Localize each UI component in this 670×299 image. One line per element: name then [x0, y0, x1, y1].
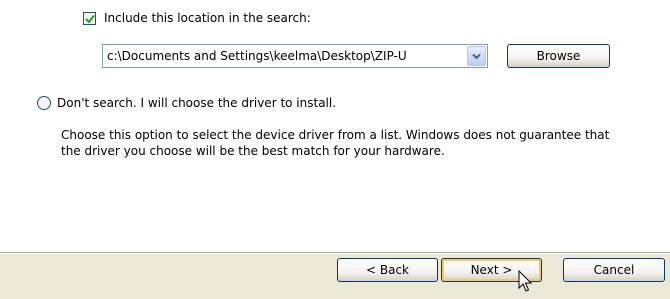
- button-bar-separator: [0, 252, 670, 254]
- include-location-label[interactable]: Include this location in the search:: [104, 11, 311, 25]
- description-line: the driver you choose will be the best m…: [61, 144, 445, 158]
- dont-search-description: Choose this option to select the device …: [61, 127, 670, 159]
- dont-search-radio[interactable]: [37, 96, 51, 110]
- dropdown-button[interactable]: [467, 46, 486, 66]
- cancel-button[interactable]: Cancel: [563, 258, 665, 282]
- wizard-content-area: Include this location in the search: c:\…: [0, 0, 670, 252]
- dont-search-label[interactable]: Don't search. I will choose the driver t…: [57, 96, 336, 110]
- description-line: Choose this option to select the device …: [61, 128, 610, 142]
- checkmark-icon: [85, 14, 95, 24]
- back-button[interactable]: < Back: [337, 258, 438, 282]
- browse-button[interactable]: Browse: [507, 44, 610, 68]
- location-path-combobox[interactable]: c:\Documents and Settings\keelma\Desktop…: [102, 44, 488, 68]
- location-path-value[interactable]: c:\Documents and Settings\keelma\Desktop…: [107, 49, 463, 63]
- include-location-checkbox[interactable]: [83, 12, 96, 25]
- chevron-down-icon: [472, 53, 481, 60]
- mouse-cursor-icon: [518, 270, 533, 292]
